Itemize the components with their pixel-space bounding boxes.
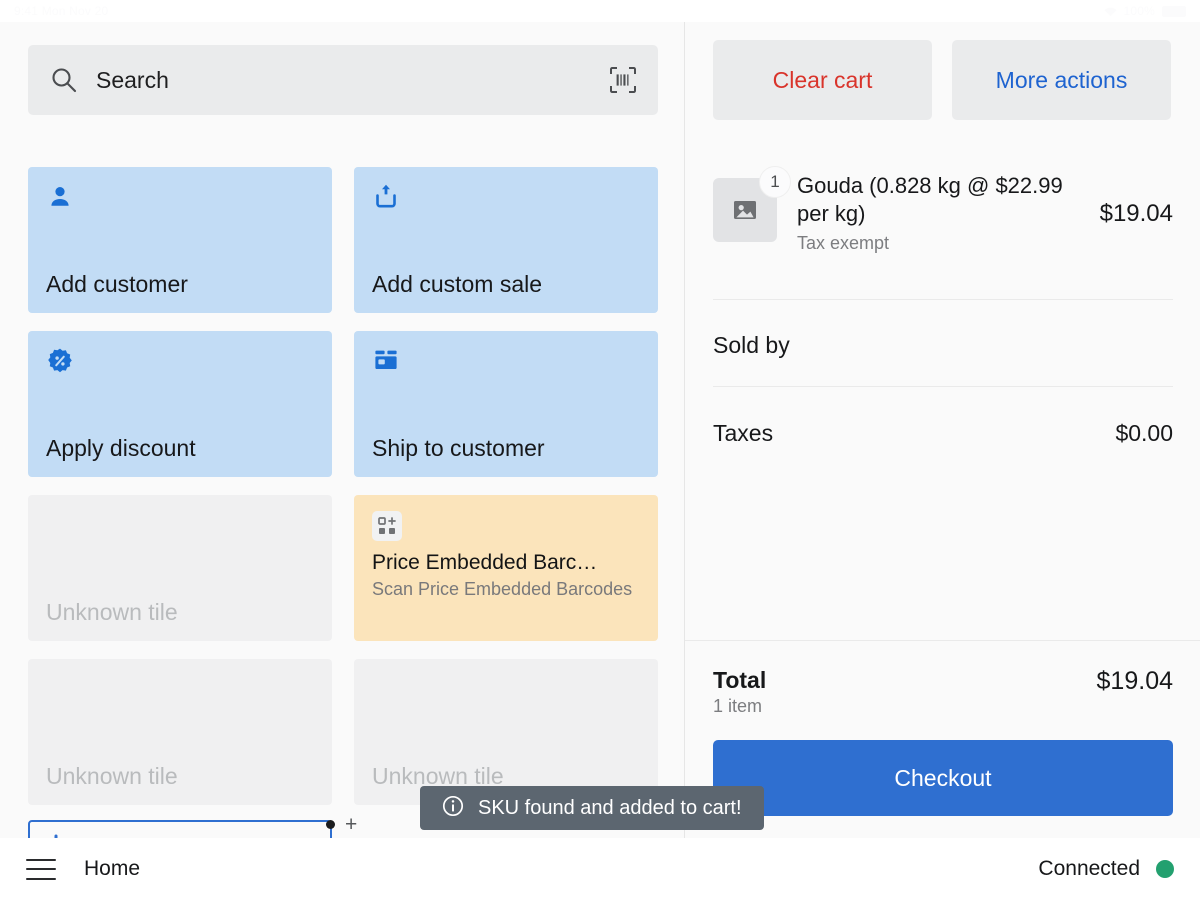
tile-grid: Add customer Add custom sale xyxy=(28,167,658,823)
tile-row: Add customer Add custom sale xyxy=(28,167,658,313)
total-label: Total xyxy=(713,667,766,694)
page-indicator: + xyxy=(326,814,357,835)
tile-label: Add customer xyxy=(46,271,188,298)
totals-divider xyxy=(685,640,1200,641)
home-label[interactable]: Home xyxy=(84,857,140,881)
status-bar: 9:41 Mon Nov 20 100% xyxy=(0,0,1200,22)
bottom-bar-left: Home xyxy=(26,857,140,881)
taxes-row[interactable]: Taxes $0.00 xyxy=(713,420,1173,447)
sold-by-label: Sold by xyxy=(713,332,790,359)
divider xyxy=(713,386,1173,387)
battery-icon xyxy=(1162,6,1186,17)
barcode-scan-icon[interactable] xyxy=(610,67,636,93)
connection-status-dot xyxy=(1156,860,1174,878)
tile-add-customer[interactable]: Add customer xyxy=(28,167,332,313)
package-box-icon xyxy=(372,362,400,379)
tile-unknown-1[interactable]: Unknown tile xyxy=(28,495,332,641)
cart-item-thumb-wrap: 1 xyxy=(713,178,777,254)
tile-row: Apply discount Ship to customer xyxy=(28,331,658,477)
tile-ship-to-customer[interactable]: Ship to customer xyxy=(354,331,658,477)
sold-by-row[interactable]: Sold by xyxy=(713,332,1173,359)
tile-label: Add custom sale xyxy=(372,271,542,298)
tile-label: Unknown tile xyxy=(46,599,178,626)
tile-price-embedded-barcodes[interactable]: Price Embedded Barc… Scan Price Embedded… xyxy=(354,495,658,641)
tile-unknown-3[interactable]: Unknown tile xyxy=(354,659,658,805)
person-icon xyxy=(46,198,74,215)
pos-app-screen: 9:41 Mon Nov 20 100% Search xyxy=(0,0,1200,900)
tile-apply-discount[interactable]: Apply discount xyxy=(28,331,332,477)
grid-plus-icon xyxy=(372,511,402,541)
tray-upload-icon xyxy=(372,198,400,215)
bottom-bar: Home Connected xyxy=(0,838,1200,900)
quantity-badge: 1 xyxy=(759,166,791,198)
tile-unknown-2[interactable]: Unknown tile xyxy=(28,659,332,805)
cart-item-title: Gouda (0.828 kg @ $22.99 per kg) xyxy=(797,172,1075,228)
taxes-value: $0.00 xyxy=(1115,420,1173,447)
tile-add-custom-sale[interactable]: Add custom sale xyxy=(354,167,658,313)
tile-row: Unknown tile Unknown tile xyxy=(28,659,658,805)
search-input[interactable]: Search xyxy=(96,67,610,94)
tile-subtitle: Scan Price Embedded Barcodes xyxy=(372,578,640,601)
search-bar[interactable]: Search xyxy=(28,45,658,115)
more-actions-button[interactable]: More actions xyxy=(952,40,1171,120)
taxes-label: Taxes xyxy=(713,420,773,447)
bottom-bar-right: Connected xyxy=(1038,857,1174,881)
tile-row: Unknown tile Price Embedded Barc… Scan xyxy=(28,495,658,641)
battery-label: 100% xyxy=(1124,4,1156,18)
status-bar-time: 9:41 Mon Nov 20 xyxy=(14,4,108,18)
clear-cart-button[interactable]: Clear cart xyxy=(713,40,932,120)
add-tile-outline[interactable] xyxy=(28,820,332,838)
total-value: $19.04 xyxy=(1097,667,1173,696)
tile-title: Price Embedded Barc… xyxy=(372,551,640,575)
tile-label: Apply discount xyxy=(46,435,196,462)
totals-row: Total 1 item $19.04 xyxy=(713,667,1173,717)
toast-message: SKU found and added to cart! xyxy=(478,797,742,820)
cart-panel: Clear cart More actions 1 Gouda (0.828 k… xyxy=(685,22,1200,838)
cart-item-tax-note: Tax exempt xyxy=(797,233,1075,254)
cart-item-info: Gouda (0.828 kg @ $22.99 per kg) Tax exe… xyxy=(797,172,1075,254)
wifi-icon xyxy=(1104,6,1117,16)
cart-line-item[interactable]: 1 Gouda (0.828 kg @ $22.99 per kg) Tax e… xyxy=(713,172,1173,254)
page-dot-active[interactable] xyxy=(326,820,335,829)
hamburger-menu-icon[interactable] xyxy=(26,859,56,880)
connection-status-label: Connected xyxy=(1038,857,1140,881)
info-circle-icon xyxy=(442,795,464,822)
discount-percent-badge-icon xyxy=(46,362,74,379)
search-icon xyxy=(50,66,78,94)
divider xyxy=(713,299,1173,300)
cart-actions: Clear cart More actions xyxy=(713,40,1171,120)
total-item-count: 1 item xyxy=(713,696,766,717)
status-bar-right: 100% xyxy=(1104,4,1187,18)
left-panel: Search xyxy=(0,22,684,838)
tile-label: Unknown tile xyxy=(46,763,178,790)
cart-item-price: $19.04 xyxy=(1100,200,1173,254)
add-page-button[interactable]: + xyxy=(345,814,357,835)
checkout-button[interactable]: Checkout xyxy=(713,740,1173,816)
status-bar-left: 9:41 Mon Nov 20 xyxy=(14,4,108,18)
toast-notification: SKU found and added to cart! xyxy=(420,786,764,830)
totals-left: Total 1 item xyxy=(713,667,766,717)
tile-label: Ship to customer xyxy=(372,435,545,462)
